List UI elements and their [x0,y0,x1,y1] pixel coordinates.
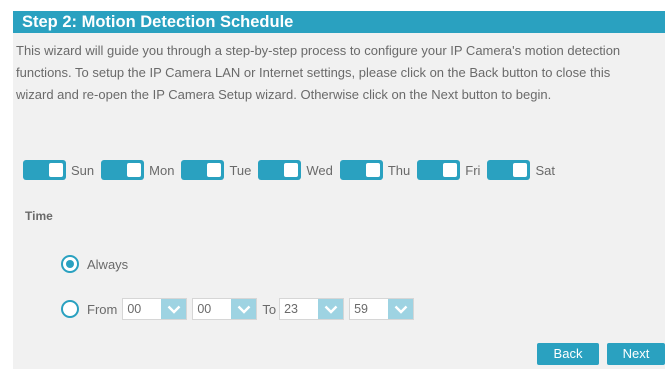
day-mon[interactable]: Mon [101,160,174,180]
day-tue[interactable]: Tue [181,160,251,180]
tue-toggle[interactable] [181,160,225,180]
toggle-knob [443,163,458,177]
time-heading: Time [25,209,53,223]
from-option: From 00 00 To 23 59 [61,298,415,320]
next-button[interactable]: Next [607,343,665,365]
day-sun[interactable]: Sun [23,160,94,180]
from-hour-select[interactable]: 00 [122,298,188,320]
toggle-knob [365,163,380,177]
motion-schedule-wizard: Step 2: Motion Detection Schedule This w… [0,11,665,369]
thu-label: Thu [387,162,411,178]
day-thu[interactable]: Thu [339,160,411,180]
page-title: Step 2: Motion Detection Schedule [13,11,665,33]
from-minute-select[interactable]: 00 [192,298,258,320]
from-label: From [87,301,118,317]
intro-line-1: This wizard will guide you through a ste… [16,43,621,58]
thu-toggle[interactable] [339,160,383,180]
toggle-knob [49,163,63,177]
chevron-down-icon [318,299,344,319]
intro-text: This wizard will guide you through a ste… [13,33,665,106]
toggle-knob [513,163,528,177]
intro-line-2: functions. To setup the IP Camera LAN or… [16,65,611,80]
chevron-down-icon [231,299,257,319]
toggle-knob [284,163,299,177]
sun-toggle[interactable] [23,160,66,180]
to-label: To [262,301,277,317]
intro-line-3: wizard and re-open the IP Camera Setup w… [16,87,552,102]
to-minute-select[interactable]: 59 [349,298,415,320]
always-label: Always [87,256,129,272]
toggle-knob [127,163,142,177]
day-fri[interactable]: Fri [417,160,480,180]
to-minute-value: 59 [354,302,368,316]
day-sat[interactable]: Sat [487,160,555,180]
fri-toggle[interactable] [417,160,461,180]
to-hour-select[interactable]: 23 [279,298,345,320]
day-toggles: Sun Mon Tue Wed Thu Fri Sat [23,160,562,180]
mon-label: Mon [149,162,175,178]
chevron-down-icon [161,299,187,319]
sun-label: Sun [71,162,95,178]
fri-label: Fri [465,162,481,178]
always-radio[interactable] [61,255,79,273]
toggle-knob [207,163,222,177]
day-wed[interactable]: Wed [258,160,333,180]
always-option: Always [61,255,128,273]
tue-label: Tue [229,162,252,178]
mon-toggle[interactable] [101,160,145,180]
from-minute-value: 00 [197,302,212,316]
sat-toggle[interactable] [487,160,531,180]
from-radio[interactable] [61,300,79,318]
back-button[interactable]: Back [537,343,599,365]
wed-toggle[interactable] [258,160,302,180]
to-hour-value: 23 [284,302,298,316]
wed-label: Wed [306,162,333,178]
from-hour-value: 00 [127,302,142,316]
chevron-down-icon [388,299,414,319]
sat-label: Sat [535,162,555,178]
wizard-panel: This wizard will guide you through a ste… [13,33,665,369]
